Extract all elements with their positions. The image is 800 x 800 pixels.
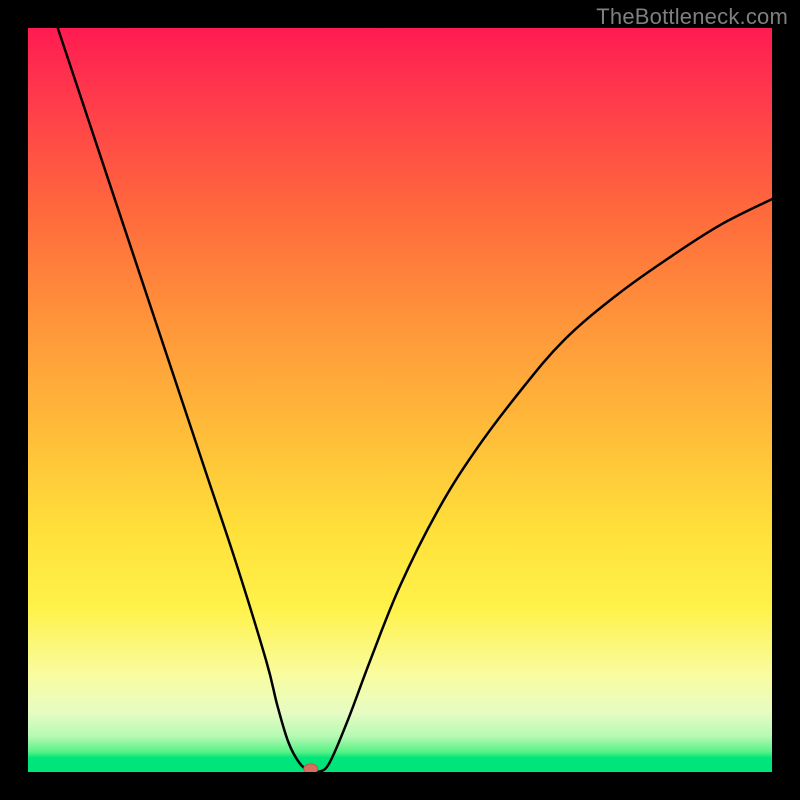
chart-svg — [28, 28, 772, 772]
min-marker — [304, 764, 318, 772]
plot-area — [28, 28, 772, 772]
watermark-text: TheBottleneck.com — [596, 4, 788, 30]
chart-frame: TheBottleneck.com — [0, 0, 800, 800]
bottleneck-curve — [58, 28, 772, 772]
